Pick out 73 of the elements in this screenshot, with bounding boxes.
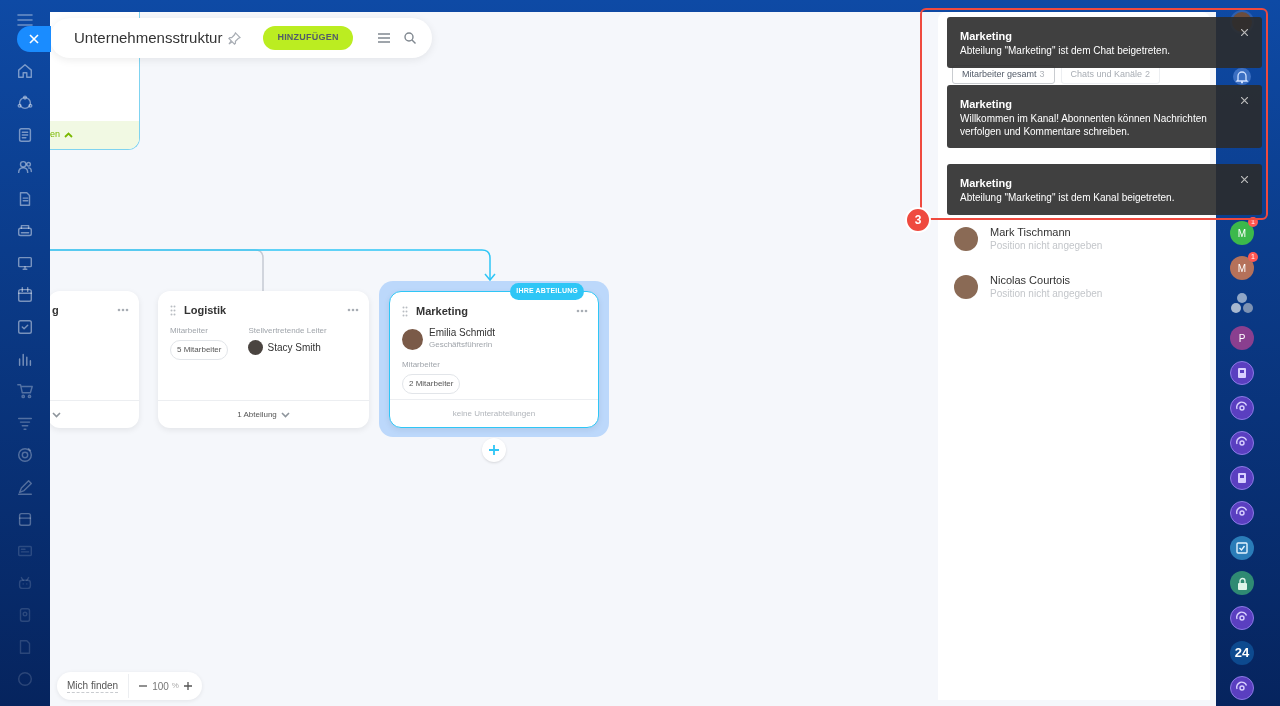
notification-message: Abteilung "Marketing" ist dem Kanal beigetreten. (960, 191, 1176, 204)
pin-icon[interactable] (228, 31, 242, 45)
pencil-icon[interactable] (16, 478, 34, 496)
circle-dots-icon[interactable] (16, 94, 34, 112)
avatar-icon (402, 328, 423, 350)
calendar-icon[interactable] (16, 286, 34, 304)
chat-avatar[interactable]: P (1230, 326, 1254, 350)
avatar-icon (954, 227, 978, 251)
avatar-icon (248, 340, 264, 355)
notification-message: Willkommen im Kanal! Abonnenten können Nachrichten verfolgen und Kommentare schreiben. (960, 112, 1208, 138)
department-title: Marketing (416, 303, 468, 319)
avatar-icon (954, 275, 978, 299)
chevron-down-icon[interactable] (52, 411, 61, 418)
more-icon[interactable] (576, 309, 588, 313)
close-icon[interactable] (1241, 29, 1248, 36)
person-name: Stacy Smith (267, 341, 321, 355)
notification-title: Marketing (960, 176, 1012, 190)
lock-icon[interactable] (1230, 571, 1254, 595)
home-icon[interactable] (16, 62, 34, 80)
monitor-icon[interactable] (16, 254, 34, 272)
drag-handle-icon[interactable] (170, 304, 176, 316)
employee-name[interactable]: Nicolas Courtois (990, 273, 1103, 287)
channel-icon[interactable] (1230, 606, 1254, 630)
subdepartments-toggle[interactable]: 1 Abteilung (237, 408, 290, 421)
zoom-value: 100 (152, 679, 169, 694)
add-button[interactable]: HINZUFÜGEN (263, 26, 353, 50)
channel-icon[interactable] (1230, 431, 1254, 455)
channel-icon[interactable] (1230, 396, 1254, 420)
close-icon[interactable] (1241, 176, 1248, 183)
add-subdepartment-button[interactable] (482, 438, 506, 462)
document-icon[interactable] (16, 126, 34, 144)
chevron-up-icon[interactable] (64, 132, 73, 138)
department-title: g (52, 302, 59, 318)
zoom-unit: % (171, 680, 179, 692)
more-icon[interactable] (117, 308, 129, 312)
employee-name[interactable]: Mark Tischmann (990, 225, 1103, 239)
find-me-link[interactable]: Mich finden (67, 679, 119, 693)
checkbox-icon[interactable] (16, 318, 34, 336)
field-label: Mitarbeiter (170, 325, 209, 337)
drag-handle-icon[interactable] (402, 305, 408, 317)
department-title: Logistik (184, 302, 227, 318)
cart-icon[interactable] (16, 382, 34, 400)
more-icon[interactable] (347, 308, 359, 312)
person-position: Geschäftsführerin (429, 339, 494, 351)
book-icon[interactable] (1230, 361, 1254, 385)
employee-position: Position nicht angegeben (990, 239, 1103, 253)
checkbox-icon[interactable] (1230, 536, 1254, 560)
close-icon (29, 34, 39, 44)
employee-position: Position nicht angegeben (990, 287, 1103, 301)
chat-avatar[interactable]: 24 (1230, 641, 1254, 665)
book-icon[interactable] (1230, 466, 1254, 490)
box-icon[interactable] (16, 510, 34, 528)
menu-icon[interactable] (378, 33, 390, 43)
field-label: Mitarbeiter (402, 359, 441, 371)
footer-note: keine Unterabteilungen (452, 407, 536, 420)
page-title: Unternehmensstruktur (74, 27, 223, 48)
field-label: Stellvertretende Leiter (248, 325, 327, 337)
notification-title: Marketing (960, 97, 1012, 111)
chevron-down-icon (280, 411, 290, 418)
zoom-in-icon[interactable] (183, 682, 192, 690)
channel-icon[interactable] (1230, 676, 1254, 700)
close-button[interactable] (17, 26, 51, 52)
close-icon[interactable] (1241, 97, 1248, 104)
channel-icon[interactable] (1230, 501, 1254, 525)
notification-message: Abteilung "Marketing" ist dem Chat beigetreten. (960, 44, 1171, 57)
person-name: Emilia Schmidt (429, 327, 496, 339)
target-icon[interactable] (16, 446, 34, 464)
group-avatar-icon[interactable] (1230, 291, 1254, 315)
search-icon[interactable] (404, 32, 416, 44)
people-icon[interactable] (16, 158, 34, 176)
notification-title: Marketing (960, 29, 1012, 43)
bell-icon[interactable] (1233, 68, 1251, 85)
plus-icon (489, 445, 499, 455)
